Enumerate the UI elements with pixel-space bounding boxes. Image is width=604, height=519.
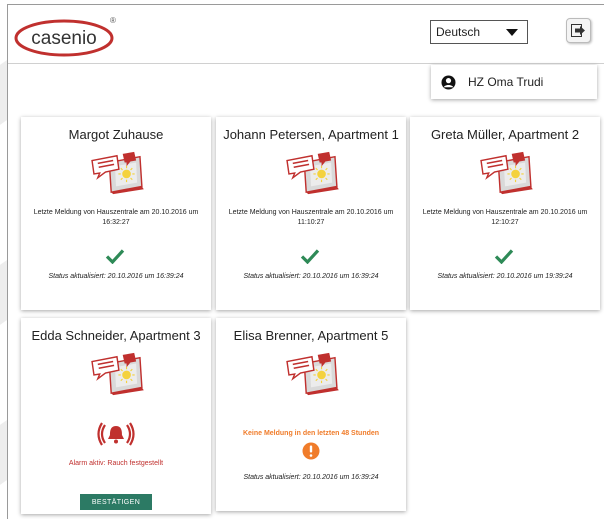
check-icon bbox=[105, 249, 125, 264]
resident-name: Edda Schneider, Apartment 3 bbox=[31, 328, 201, 343]
resident-card[interactable]: Greta Müller, Apartment 2 Letzte Meldung… bbox=[410, 117, 600, 310]
device-icon bbox=[91, 151, 145, 195]
svg-text:casenio: casenio bbox=[31, 28, 97, 49]
last-message: Letzte Meldung von Hauszentrale am 20.10… bbox=[33, 209, 199, 226]
status-updated: Status aktualisiert: 20.10.2016 um 16:39… bbox=[243, 474, 379, 481]
logout-icon bbox=[571, 24, 585, 37]
alarm-bell-icon bbox=[97, 422, 135, 446]
warning-icon bbox=[302, 442, 320, 460]
resident-name: Margot Zuhause bbox=[68, 127, 164, 142]
resident-card-alarm[interactable]: Edda Schneider, Apartment 3 Alarm aktiv:… bbox=[21, 318, 211, 514]
svg-text:®: ® bbox=[110, 16, 116, 25]
dropdown-arrow-icon bbox=[506, 29, 518, 36]
check-icon bbox=[300, 249, 320, 264]
language-select-value: Deutsch bbox=[436, 25, 481, 39]
status-updated: Status aktualisiert: 20.10.2016 um 16:39… bbox=[243, 273, 379, 280]
warning-status: Keine Meldung in den letzten 48 Stunden bbox=[242, 430, 380, 437]
status-updated: Status aktualisiert: 20.10.2016 um 16:39… bbox=[48, 273, 184, 280]
header-divider bbox=[8, 63, 604, 64]
logout-button[interactable] bbox=[566, 18, 591, 43]
confirm-button[interactable]: BESTÄTIGEN bbox=[80, 494, 152, 510]
alarm-status: Alarm aktiv: Rauch festgestellt bbox=[68, 460, 164, 467]
resident-card-warning[interactable]: Elisa Brenner, Apartment 5 Keine Meldung… bbox=[216, 318, 406, 511]
device-icon bbox=[286, 352, 340, 396]
device-icon bbox=[286, 151, 340, 195]
casenio-logo: casenio ® bbox=[14, 16, 116, 57]
resident-name: Greta Müller, Apartment 2 bbox=[430, 127, 580, 142]
resident-card[interactable]: Margot Zuhause Letzte Meldung von Hausze… bbox=[21, 117, 211, 310]
resident-card[interactable]: Johann Petersen, Apartment 1 Letzte Meld… bbox=[216, 117, 406, 310]
resident-name: Elisa Brenner, Apartment 5 bbox=[233, 328, 389, 343]
last-message: Letzte Meldung von Hauszentrale am 20.10… bbox=[422, 209, 588, 226]
check-icon bbox=[494, 249, 514, 264]
user-name: HZ Oma Trudi bbox=[468, 75, 544, 89]
language-select[interactable]: Deutsch bbox=[430, 20, 528, 44]
user-icon bbox=[441, 75, 456, 89]
user-menu[interactable]: HZ Oma Trudi bbox=[431, 65, 597, 99]
device-icon bbox=[480, 151, 534, 195]
status-updated: Status aktualisiert: 20.10.2016 um 19:39… bbox=[437, 273, 573, 280]
last-message: Letzte Meldung von Hauszentrale am 20.10… bbox=[228, 209, 394, 226]
resident-name: Johann Petersen, Apartment 1 bbox=[223, 127, 399, 142]
device-icon bbox=[91, 352, 145, 396]
